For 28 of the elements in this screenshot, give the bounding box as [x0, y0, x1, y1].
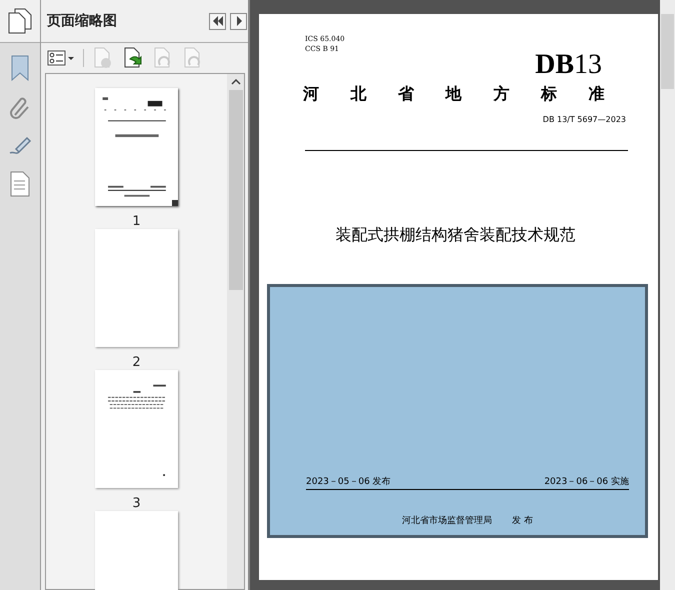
resize-handle[interactable] — [172, 200, 178, 206]
scrollbar[interactable] — [227, 74, 244, 589]
pages-icon[interactable] — [8, 8, 32, 34]
arrow-right-icon — [234, 16, 242, 26]
pen-icon[interactable] — [8, 135, 32, 157]
collapse-button[interactable] — [209, 12, 226, 30]
page-number: 1 — [132, 214, 141, 229]
scrollbar[interactable] — [660, 0, 675, 590]
page-number: 3 — [132, 496, 141, 511]
effective-date: 2023－06－06 实施 — [544, 476, 629, 488]
standard-number: DB 13/T 5697—2023 — [542, 115, 626, 124]
standard-heading: 河 北 省 地 方 标 准 — [303, 84, 606, 105]
document-title: 装配式拱棚结构猪舍装配技术规范 — [334, 225, 576, 246]
options-menu-icon[interactable] — [47, 49, 75, 67]
next-button[interactable] — [230, 12, 247, 30]
scroll-up-icon[interactable] — [230, 79, 240, 85]
double-arrow-left-icon — [212, 16, 224, 26]
document-icon[interactable] — [10, 171, 30, 197]
release-date: 2023－05－06 发布 — [306, 476, 391, 488]
page-number: 2 — [132, 355, 141, 370]
standard-logo: DB13 — [535, 52, 602, 78]
insert-page-icon[interactable] — [122, 47, 144, 69]
paperclip-icon[interactable] — [9, 95, 31, 121]
bookmark-icon[interactable] — [10, 55, 30, 81]
issue-label: 发 布 — [512, 514, 533, 527]
panel-title: 页面缩略图 — [47, 12, 118, 30]
issuer-name: 河北省市场监督管理局 — [402, 514, 492, 527]
page-thumbnail[interactable] — [95, 229, 178, 347]
